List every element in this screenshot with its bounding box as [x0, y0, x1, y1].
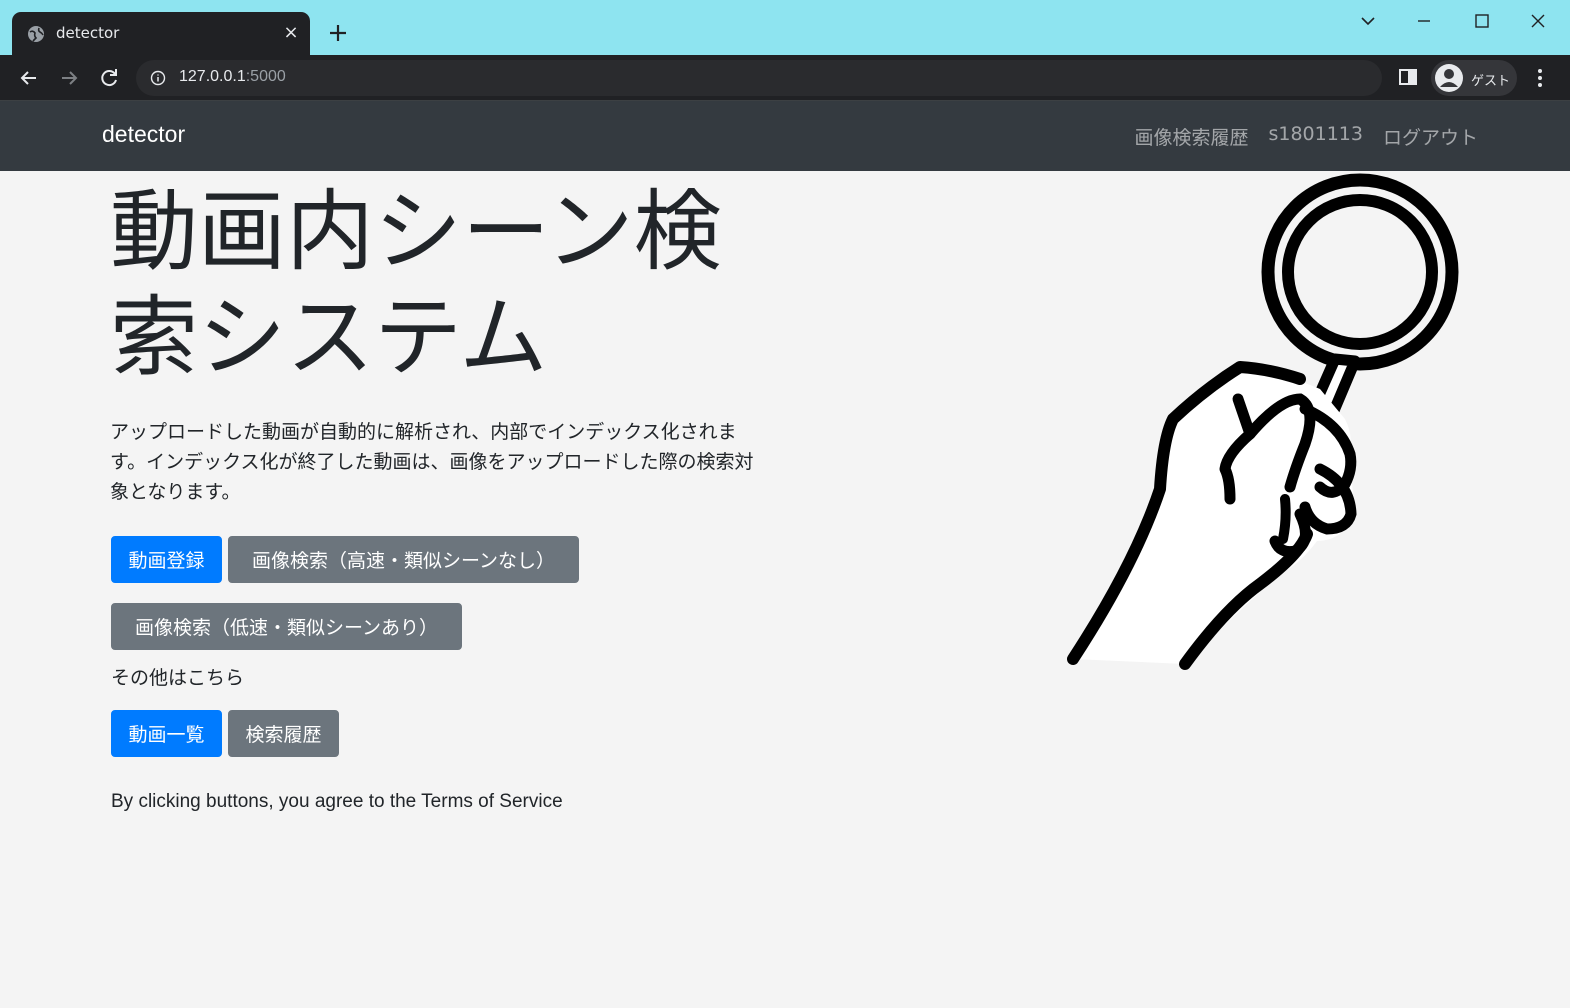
tab-title: detector [56, 24, 120, 42]
forward-icon[interactable] [56, 65, 82, 91]
tab-strip: detector × [0, 0, 1570, 55]
chevron-down-icon[interactable] [1353, 8, 1383, 34]
plus-icon[interactable] [325, 20, 351, 46]
navbar-brand[interactable]: detector [102, 121, 185, 148]
nav-link-logout[interactable]: ログアウト [1383, 123, 1478, 150]
info-icon[interactable] [150, 70, 166, 86]
url-port: :5000 [245, 68, 286, 85]
globe-icon [28, 26, 44, 42]
video-register-button[interactable]: 動画登録 [111, 536, 222, 583]
address-bar[interactable]: 127.0.0.1:5000 [136, 60, 1382, 96]
browser-toolbar: 127.0.0.1:5000 ゲスト [0, 55, 1570, 101]
minimize-icon[interactable] [1409, 8, 1439, 34]
terms-text: By clicking buttons, you agree to the Te… [111, 791, 563, 812]
site-navbar: detector 画像検索履歴 s1801113 ログアウト [0, 101, 1570, 171]
close-icon[interactable]: × [280, 22, 302, 44]
side-panel-icon[interactable] [1397, 66, 1419, 88]
video-list-button[interactable]: 動画一覧 [111, 710, 222, 757]
nav-link-user[interactable]: s1801113 [1268, 123, 1363, 150]
reload-icon[interactable] [96, 65, 122, 91]
browser-tab[interactable]: detector × [12, 12, 310, 55]
profile-button[interactable]: ゲスト [1431, 60, 1517, 96]
magnifier-hand-illustration [1067, 173, 1459, 670]
navbar-links: 画像検索履歴 s1801113 ログアウト [1134, 123, 1478, 150]
search-history-button[interactable]: 検索履歴 [228, 710, 339, 757]
more-icon[interactable] [1530, 65, 1550, 91]
page-title: 動画内シーン検索システム [110, 180, 722, 389]
maximize-icon[interactable] [1467, 8, 1497, 34]
page-viewport: detector 画像検索履歴 s1801113 ログアウト 動画内シーン検索シ… [0, 101, 1570, 1008]
lead-text: アップロードした動画が自動的に解析され、内部でインデックス化されます。インデック… [110, 421, 754, 503]
address-url: 127.0.0.1:5000 [179, 68, 286, 86]
avatar-icon [1435, 64, 1463, 92]
back-icon[interactable] [16, 65, 42, 91]
window-close-icon[interactable] [1523, 8, 1553, 34]
other-label: その他はこちら [111, 667, 245, 689]
profile-label: ゲスト [1471, 74, 1511, 89]
image-search-fast-button[interactable]: 画像検索（高速・類似シーンなし） [228, 536, 579, 583]
image-search-slow-button[interactable]: 画像検索（低速・類似シーンあり） [111, 603, 462, 650]
nav-link-image-search-history[interactable]: 画像検索履歴 [1134, 123, 1248, 150]
url-host: 127.0.0.1 [179, 68, 246, 85]
